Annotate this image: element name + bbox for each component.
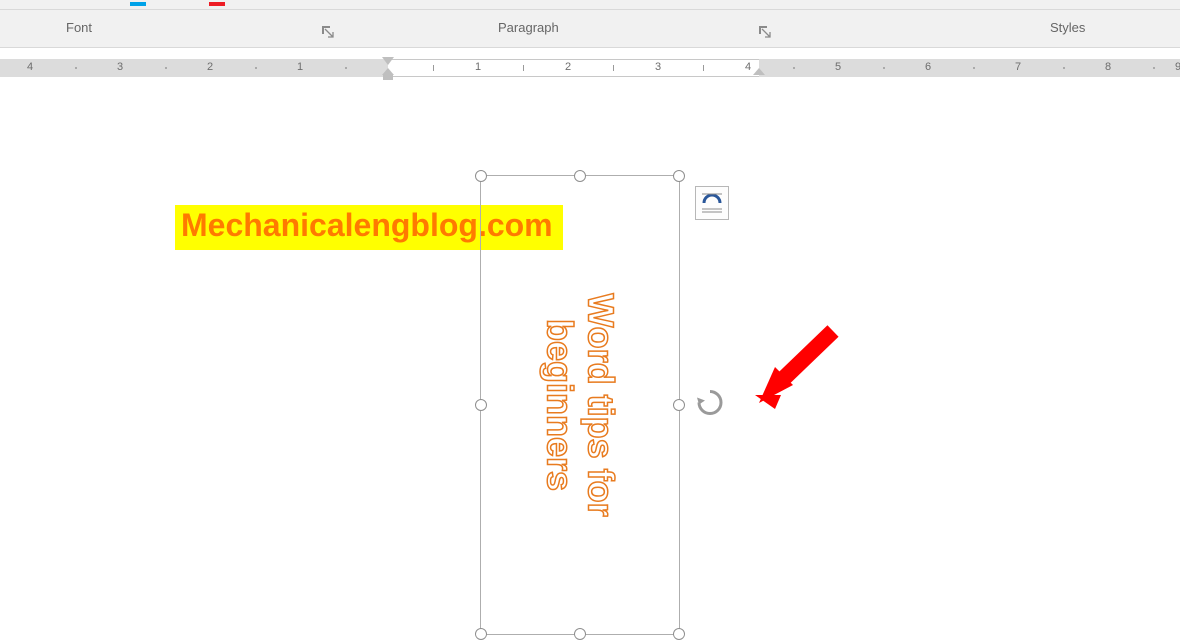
resize-handle-bottom-middle[interactable] [574, 628, 586, 640]
ribbon-toolbar-sliver [0, 0, 1180, 10]
ruler-number: 5 [835, 61, 841, 73]
text-box-line2: beginners [539, 319, 580, 491]
horizontal-ruler[interactable]: 4 3 2 1 1 2 3 4 5 6 7 8 9 [0, 55, 1180, 80]
right-indent-marker[interactable] [753, 68, 765, 75]
paragraph-dialog-launcher[interactable] [755, 22, 773, 40]
ruler-number: 3 [655, 61, 661, 73]
resize-handle-top-left[interactable] [475, 170, 487, 182]
dialog-launcher-icon [758, 25, 771, 38]
ruler-number: 4 [745, 61, 751, 73]
ribbon-group-labels: Font Paragraph Styles [0, 10, 1180, 48]
dialog-launcher-icon [321, 25, 334, 38]
ruler-number: 4 [27, 61, 33, 73]
text-box-content: Word tips for beginners [539, 293, 622, 516]
annotation-arrow-icon [755, 325, 845, 410]
layout-options-icon [700, 192, 724, 214]
selected-text-box[interactable]: Word tips for beginners [480, 175, 680, 635]
document-canvas[interactable]: Mechanicalengblog.com Word tips for begi… [0, 80, 1180, 565]
ruler-number: 1 [475, 61, 481, 73]
ruler-number: 2 [207, 61, 213, 73]
ruler-number: 1 [297, 61, 303, 73]
ribbon-group-font-label: Font [66, 20, 92, 35]
layout-options-button[interactable] [695, 186, 729, 220]
resize-handle-bottom-left[interactable] [475, 628, 487, 640]
ruler-number: 2 [565, 61, 571, 73]
text-box-line1: Word tips for [580, 293, 621, 516]
color-swatch [130, 2, 146, 6]
hanging-indent-marker[interactable] [382, 68, 394, 80]
resize-handle-middle-left[interactable] [475, 399, 487, 411]
resize-handle-top-right[interactable] [673, 170, 685, 182]
font-dialog-launcher[interactable] [318, 22, 336, 40]
ruler-number: 7 [1015, 61, 1021, 73]
ribbon-group-styles-label: Styles [1050, 20, 1085, 35]
resize-handle-middle-right[interactable] [673, 399, 685, 411]
resize-handle-bottom-right[interactable] [673, 628, 685, 640]
ruler-number: 8 [1105, 61, 1111, 73]
rotate-handle-icon [695, 388, 725, 418]
ribbon-group-paragraph-label: Paragraph [498, 20, 559, 35]
rotation-handle[interactable] [695, 388, 725, 423]
ruler-number: 6 [925, 61, 931, 73]
color-swatch [209, 2, 225, 6]
ruler-number: 3 [117, 61, 123, 73]
resize-handle-top-middle[interactable] [574, 170, 586, 182]
first-line-indent-marker[interactable] [382, 57, 394, 65]
ruler-number: 9 [1175, 61, 1180, 73]
